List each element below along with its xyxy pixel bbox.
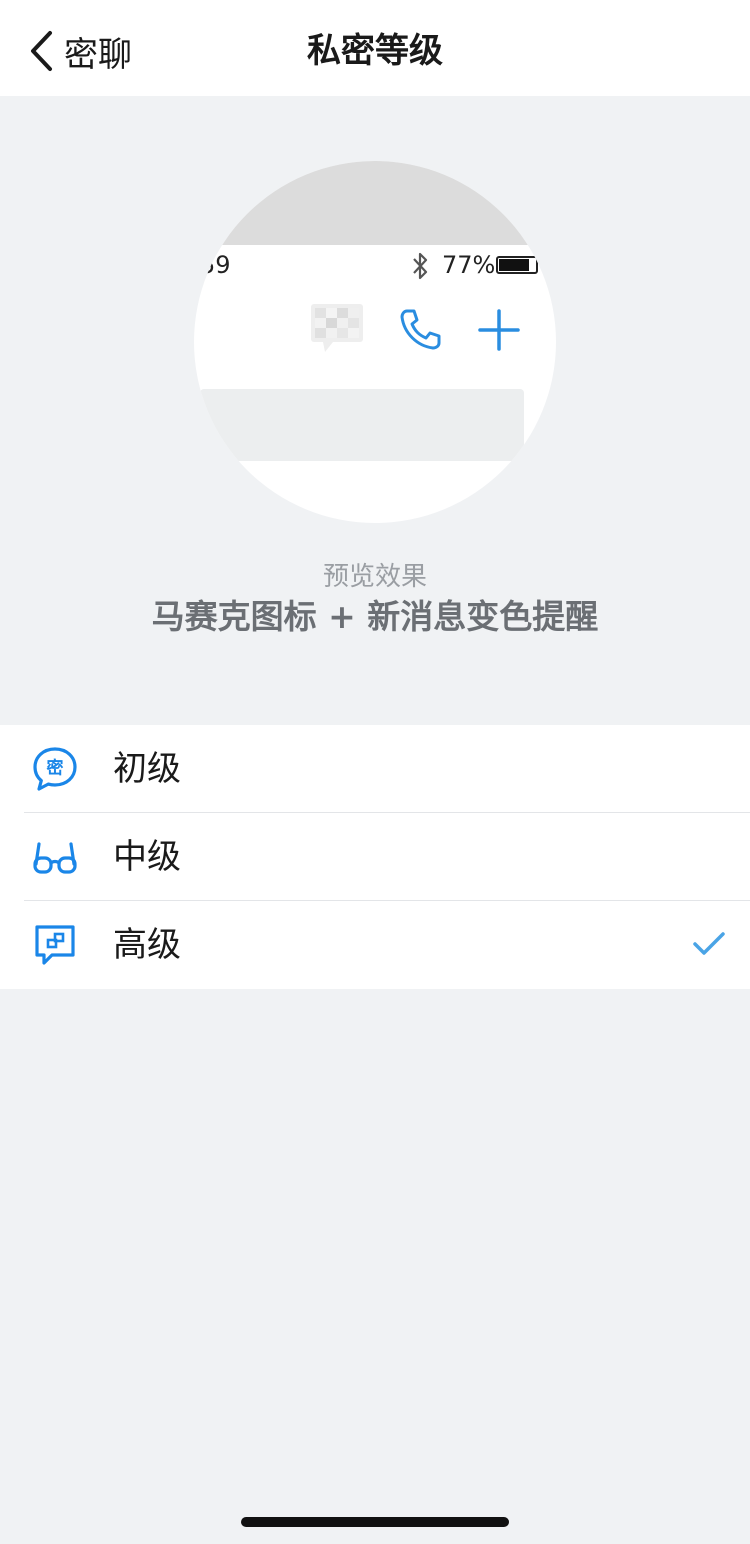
page-title: 私密等级 (307, 31, 443, 71)
preview-status-time: 59 (200, 251, 231, 279)
preview-image: 59 77% (194, 161, 556, 523)
preview-caption: 预览效果 (322, 562, 427, 592)
preview-description: 马赛克图标 + 新消息变色提醒 (151, 597, 599, 636)
level-label-basic: 初级 (113, 749, 181, 789)
secret-bubble-icon: 密 (33, 747, 77, 791)
level-label-advanced: 高级 (113, 925, 181, 965)
phone-icon (400, 309, 441, 350)
checkmark-icon (693, 932, 725, 955)
battery-icon (496, 256, 538, 274)
level-option-intermediate[interactable]: 中级 (0, 813, 750, 901)
preview-top-area (194, 161, 556, 245)
svg-text:密: 密 (47, 758, 64, 779)
mosaic-chat-icon (35, 925, 75, 965)
privacy-level-list: 密 初级 中级 高级 (0, 725, 750, 989)
mosaic-icon (311, 304, 363, 352)
level-option-basic[interactable]: 密 初级 (0, 725, 750, 813)
preview-search-bar (200, 389, 524, 461)
navigation-bar: 密聊 私密等级 (0, 0, 750, 96)
level-option-advanced[interactable]: 高级 (0, 901, 750, 989)
plus-icon (478, 309, 520, 351)
home-indicator (241, 1517, 509, 1527)
glasses-icon (33, 842, 77, 874)
bluetooth-icon (413, 252, 428, 280)
level-label-intermediate: 中级 (113, 837, 181, 877)
preview-battery-percent: 77% (442, 251, 496, 279)
